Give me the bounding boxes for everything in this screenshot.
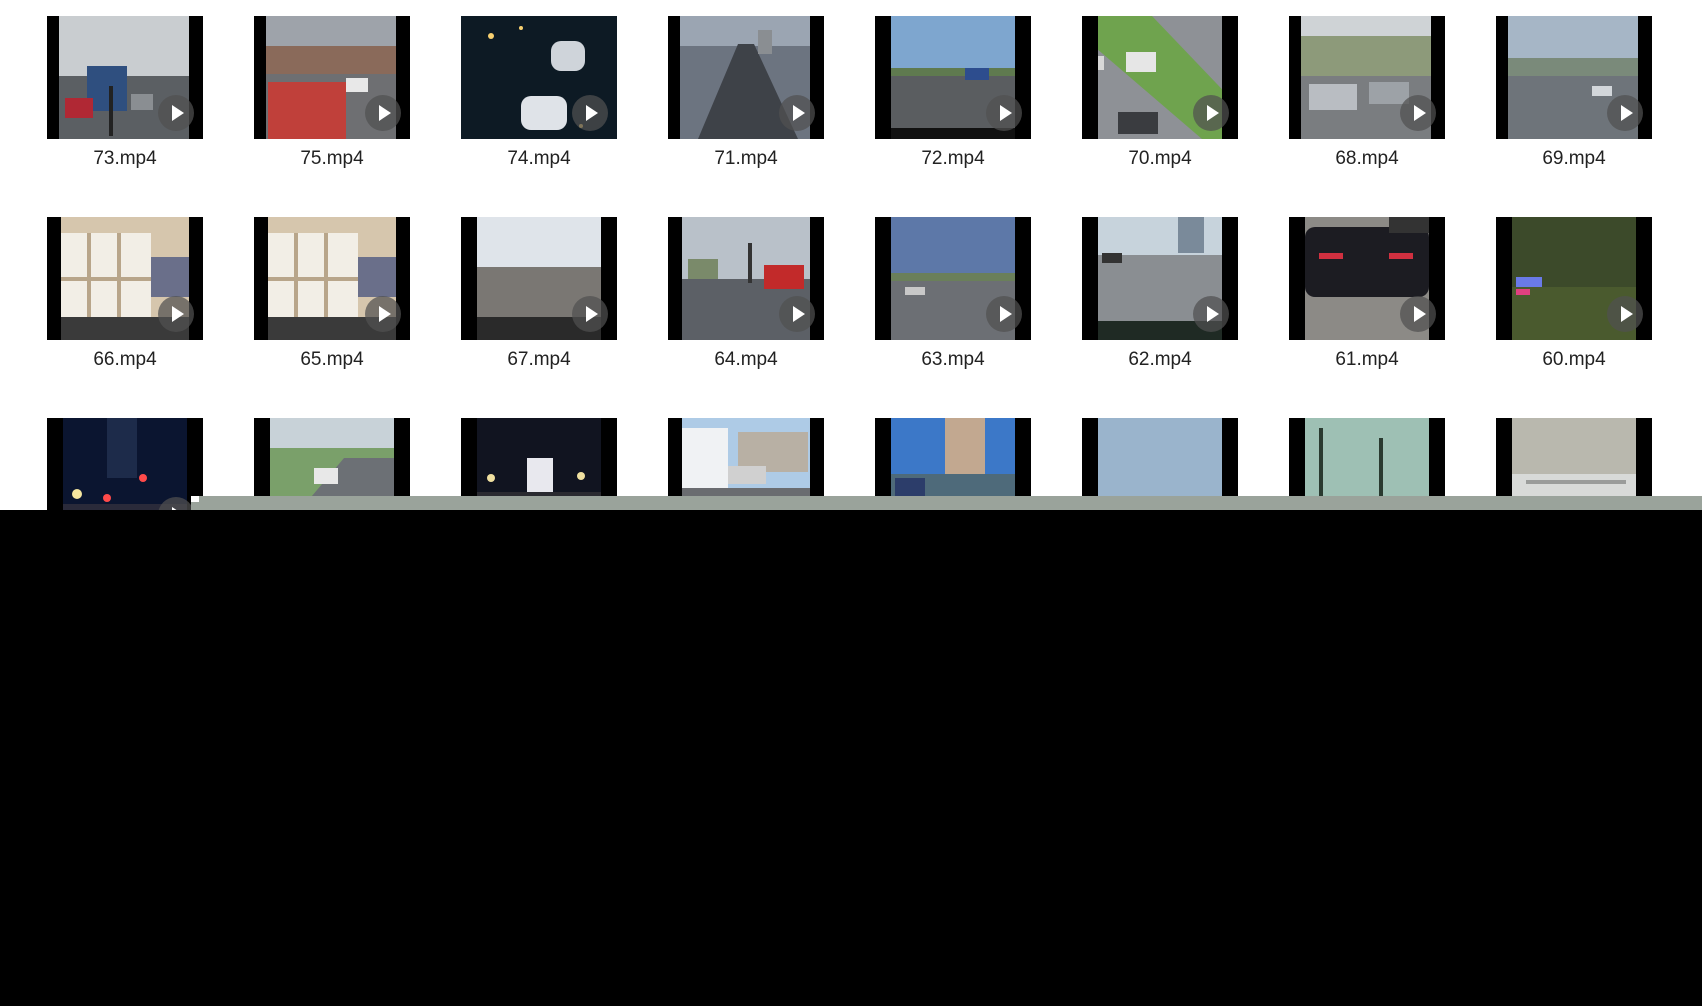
play-icon bbox=[1607, 296, 1643, 332]
file-name-label: 69.mp4 bbox=[1542, 148, 1606, 169]
file-item[interactable]: 67.mp4 bbox=[461, 217, 617, 401]
file-item[interactable]: 68.mp4 bbox=[1289, 16, 1445, 200]
file-name-label: 62.mp4 bbox=[1128, 349, 1192, 370]
play-icon bbox=[365, 296, 401, 332]
file-item[interactable]: 61.mp4 bbox=[1289, 217, 1445, 401]
video-thumbnail[interactable] bbox=[254, 217, 410, 340]
video-thumbnail[interactable] bbox=[461, 16, 617, 139]
video-thumbnail[interactable] bbox=[461, 217, 617, 340]
overlay-notch bbox=[191, 496, 199, 502]
play-icon bbox=[1400, 296, 1436, 332]
video-thumbnail[interactable] bbox=[1082, 16, 1238, 139]
file-name-label: 75.mp4 bbox=[300, 148, 364, 169]
file-item[interactable]: 63.mp4 bbox=[875, 217, 1031, 401]
file-name-label: 72.mp4 bbox=[921, 148, 985, 169]
file-name-label: 71.mp4 bbox=[714, 148, 778, 169]
file-name-label: 70.mp4 bbox=[1128, 148, 1192, 169]
overlay-bar bbox=[191, 496, 1702, 510]
file-item[interactable]: 74.mp4 bbox=[461, 16, 617, 200]
play-icon bbox=[158, 95, 194, 131]
play-icon bbox=[1193, 296, 1229, 332]
video-thumbnail[interactable] bbox=[47, 418, 203, 510]
video-thumbnail[interactable] bbox=[1496, 217, 1652, 340]
screen: 73.mp4 75.mp4 74.mp4 71.mp4 72.mp4 70.mp… bbox=[0, 0, 1702, 1006]
file-item[interactable]: 60.mp4 bbox=[1496, 217, 1652, 401]
file-item[interactable]: 65.mp4 bbox=[254, 217, 410, 401]
file-item[interactable]: 75.mp4 bbox=[254, 16, 410, 200]
file-name-label: 60.mp4 bbox=[1542, 349, 1606, 370]
video-thumbnail[interactable] bbox=[668, 16, 824, 139]
file-item[interactable]: 73.mp4 bbox=[47, 16, 203, 200]
file-name-label: 74.mp4 bbox=[507, 148, 571, 169]
play-icon bbox=[779, 95, 815, 131]
video-thumbnail[interactable] bbox=[1289, 16, 1445, 139]
video-thumbnail[interactable] bbox=[875, 16, 1031, 139]
play-icon bbox=[572, 95, 608, 131]
file-item[interactable]: 70.mp4 bbox=[1082, 16, 1238, 200]
video-thumbnail[interactable] bbox=[254, 16, 410, 139]
file-explorer-content: 73.mp4 75.mp4 74.mp4 71.mp4 72.mp4 70.mp… bbox=[0, 0, 1702, 510]
file-name-label: 68.mp4 bbox=[1335, 148, 1399, 169]
thumbnail-image bbox=[47, 418, 203, 510]
file-name-label: 65.mp4 bbox=[300, 349, 364, 370]
video-thumbnail[interactable] bbox=[1496, 16, 1652, 139]
file-item[interactable]: 66.mp4 bbox=[47, 217, 203, 401]
video-thumbnail[interactable] bbox=[668, 217, 824, 340]
play-icon bbox=[365, 95, 401, 131]
file-name-label: 61.mp4 bbox=[1335, 349, 1399, 370]
file-name-label: 66.mp4 bbox=[93, 349, 157, 370]
file-item[interactable]: 59.mp4 bbox=[47, 418, 203, 510]
file-name-label: 67.mp4 bbox=[507, 349, 571, 370]
play-icon bbox=[1607, 95, 1643, 131]
file-item[interactable]: 64.mp4 bbox=[668, 217, 824, 401]
file-name-label: 73.mp4 bbox=[93, 148, 157, 169]
video-thumbnail[interactable] bbox=[1289, 217, 1445, 340]
file-item[interactable]: 62.mp4 bbox=[1082, 217, 1238, 401]
play-icon bbox=[986, 296, 1022, 332]
file-item[interactable]: 69.mp4 bbox=[1496, 16, 1652, 200]
play-icon bbox=[572, 296, 608, 332]
video-thumbnail[interactable] bbox=[1082, 217, 1238, 340]
play-icon bbox=[986, 95, 1022, 131]
play-icon bbox=[1400, 95, 1436, 131]
video-thumbnail[interactable] bbox=[47, 16, 203, 139]
play-icon bbox=[1193, 95, 1229, 131]
file-name-label: 63.mp4 bbox=[921, 349, 985, 370]
video-thumbnail[interactable] bbox=[47, 217, 203, 340]
file-name-label: 64.mp4 bbox=[714, 349, 778, 370]
play-icon bbox=[158, 296, 194, 332]
file-item[interactable]: 71.mp4 bbox=[668, 16, 824, 200]
file-item[interactable]: 72.mp4 bbox=[875, 16, 1031, 200]
play-icon bbox=[779, 296, 815, 332]
video-thumbnail[interactable] bbox=[875, 217, 1031, 340]
